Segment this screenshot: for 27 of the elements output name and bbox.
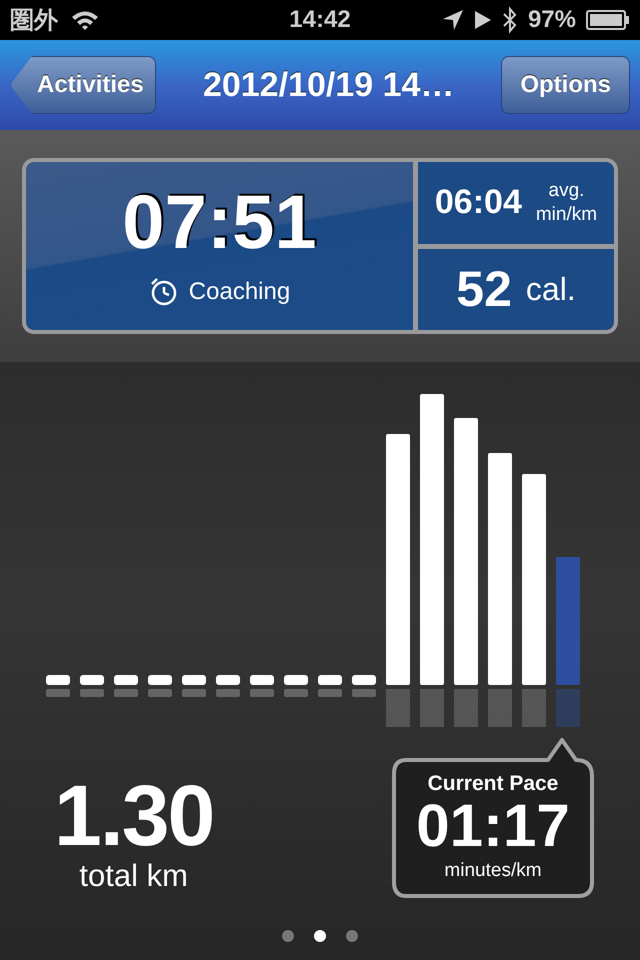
bluetooth-icon — [502, 6, 518, 34]
wifi-icon — [70, 9, 100, 31]
page-dot[interactable] — [314, 930, 326, 942]
battery-icon — [586, 10, 630, 30]
avg-pace-value: 06:04 — [434, 183, 522, 222]
nav-title: 2012/10/19 14… — [202, 66, 454, 104]
alarm-clock-icon — [148, 277, 179, 307]
pace-unit: min/km — [536, 204, 598, 226]
page-dot[interactable] — [282, 930, 294, 942]
current-pace-value: 01:17 — [416, 796, 570, 856]
calories-unit: cal. — [526, 270, 576, 308]
distance-unit: total km — [79, 858, 188, 894]
duration-value: 07:51 — [122, 185, 317, 261]
distance-value: 1.30 — [54, 776, 214, 858]
coaching-label: Coaching — [188, 278, 290, 306]
current-pace-label: Current Pace — [428, 772, 558, 796]
avg-label: avg. — [548, 180, 584, 202]
back-button[interactable]: Activities — [10, 56, 156, 114]
current-pace-unit: minutes/km — [444, 860, 542, 882]
calories-value: 52 — [456, 260, 512, 318]
clock-text: 14:42 — [289, 6, 351, 34]
carrier-text: 圏外 — [10, 6, 58, 36]
play-icon — [474, 10, 492, 30]
battery-percent: 97% — [528, 6, 576, 34]
options-button[interactable]: Options — [501, 56, 630, 114]
page-dot[interactable] — [346, 930, 358, 942]
location-arrow-icon — [442, 9, 464, 31]
